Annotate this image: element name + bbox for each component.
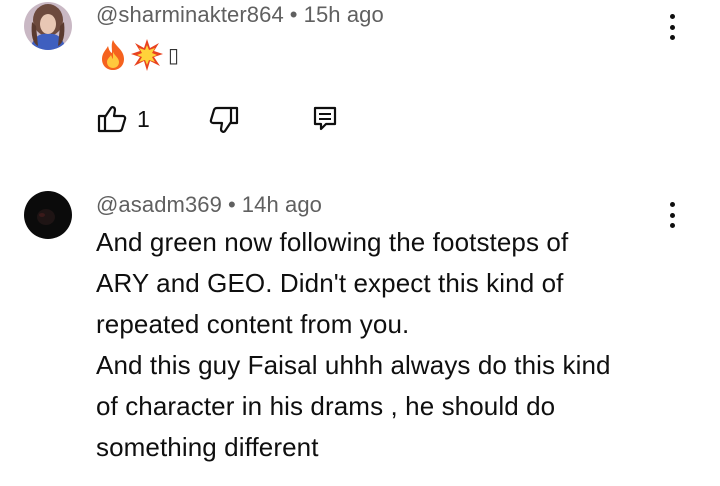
meta-separator: • bbox=[227, 192, 236, 217]
comment-time: 14h ago bbox=[241, 192, 323, 217]
comment-author[interactable]: @asadm369 bbox=[96, 192, 222, 217]
avatar-image bbox=[24, 191, 72, 239]
avatar[interactable] bbox=[24, 191, 72, 239]
comment-item: @asadm369 • 14h ago And green now followin… bbox=[0, 0, 720, 486]
comment-meta: @asadm369 • 14h ago bbox=[96, 192, 322, 218]
comment-text: And green now following the footsteps of… bbox=[96, 227, 611, 462]
